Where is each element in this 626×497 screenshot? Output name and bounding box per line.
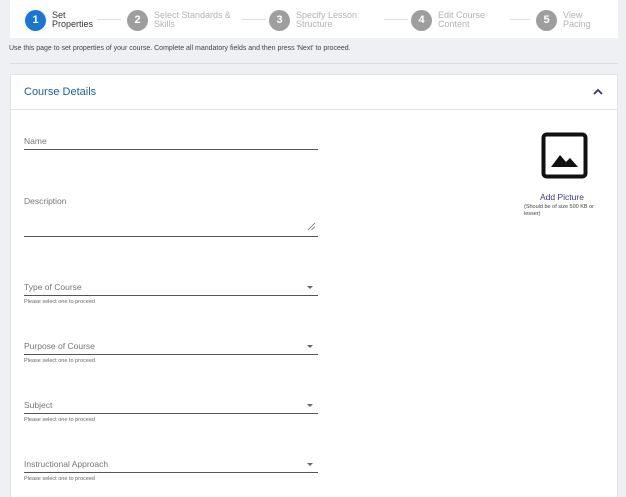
step-label: View Pacing xyxy=(563,10,591,29)
dropdown-arrow-icon[interactable] xyxy=(307,463,313,466)
dropdown-arrow-icon[interactable] xyxy=(307,345,313,348)
step-connector xyxy=(510,19,530,20)
step-number: 1 xyxy=(25,9,46,31)
name-input[interactable] xyxy=(24,149,318,150)
step-label: Set Properties xyxy=(52,10,94,29)
step-number: 4 xyxy=(411,9,432,31)
step-label: Edit Course Content xyxy=(438,10,486,29)
step-specify-lesson[interactable]: 3 Specify Lesson Structure xyxy=(269,9,366,31)
step-view-pacing[interactable]: 5 View Pacing xyxy=(536,9,595,31)
step-label: Specify Lesson Structure xyxy=(296,10,358,29)
divider xyxy=(10,63,618,64)
purpose-of-course-hint: Please select one to proceed xyxy=(24,358,95,364)
subject-select[interactable] xyxy=(24,413,318,414)
type-of-course-hint: Please select one to proceed xyxy=(24,299,95,305)
image-icon[interactable] xyxy=(541,132,588,179)
course-details-card: Course Details Name Description Type of … xyxy=(10,74,618,497)
instructional-approach-select[interactable] xyxy=(24,472,318,473)
description-input[interactable] xyxy=(24,236,318,237)
step-number: 2 xyxy=(127,9,148,31)
purpose-of-course-label: Purpose of Course xyxy=(24,341,95,351)
name-label: Name xyxy=(24,136,47,146)
instructions-text: Use this page to set properties of your … xyxy=(9,45,351,52)
instructional-approach-hint: Please select one to proceed xyxy=(24,476,95,482)
type-of-course-label: Type of Course xyxy=(24,282,82,292)
dropdown-arrow-icon[interactable] xyxy=(307,404,313,407)
step-number: 5 xyxy=(536,9,557,31)
step-label: Select Standards & Skills xyxy=(154,10,232,29)
subject-label: Subject xyxy=(24,400,53,410)
step-set-properties[interactable]: 1 Set Properties xyxy=(25,9,102,31)
purpose-of-course-select[interactable] xyxy=(24,354,318,355)
step-connector xyxy=(97,19,121,20)
step-select-standards[interactable]: 2 Select Standards & Skills xyxy=(127,9,239,31)
card-header[interactable]: Course Details xyxy=(11,75,617,110)
add-picture-link[interactable]: Add Picture xyxy=(540,192,584,202)
instructional-approach-label: Instructional Approach xyxy=(24,459,109,469)
step-number: 3 xyxy=(269,9,290,31)
resize-handle-icon[interactable] xyxy=(307,222,316,231)
step-connector xyxy=(242,19,266,20)
step-edit-content[interactable]: 4 Edit Course Content xyxy=(411,9,493,31)
type-of-course-select[interactable] xyxy=(24,295,318,296)
description-label: Description xyxy=(24,196,67,206)
chevron-up-icon[interactable] xyxy=(591,86,605,98)
step-connector xyxy=(384,19,408,20)
dropdown-arrow-icon[interactable] xyxy=(307,286,313,289)
subject-hint: Please select one to proceed xyxy=(24,417,95,423)
card-title: Course Details xyxy=(24,86,97,98)
picture-size-note: (Should be of size 500 KB or lesser) xyxy=(524,204,595,217)
stepper: 1 Set Properties 2 Select Standards & Sk… xyxy=(10,0,618,38)
